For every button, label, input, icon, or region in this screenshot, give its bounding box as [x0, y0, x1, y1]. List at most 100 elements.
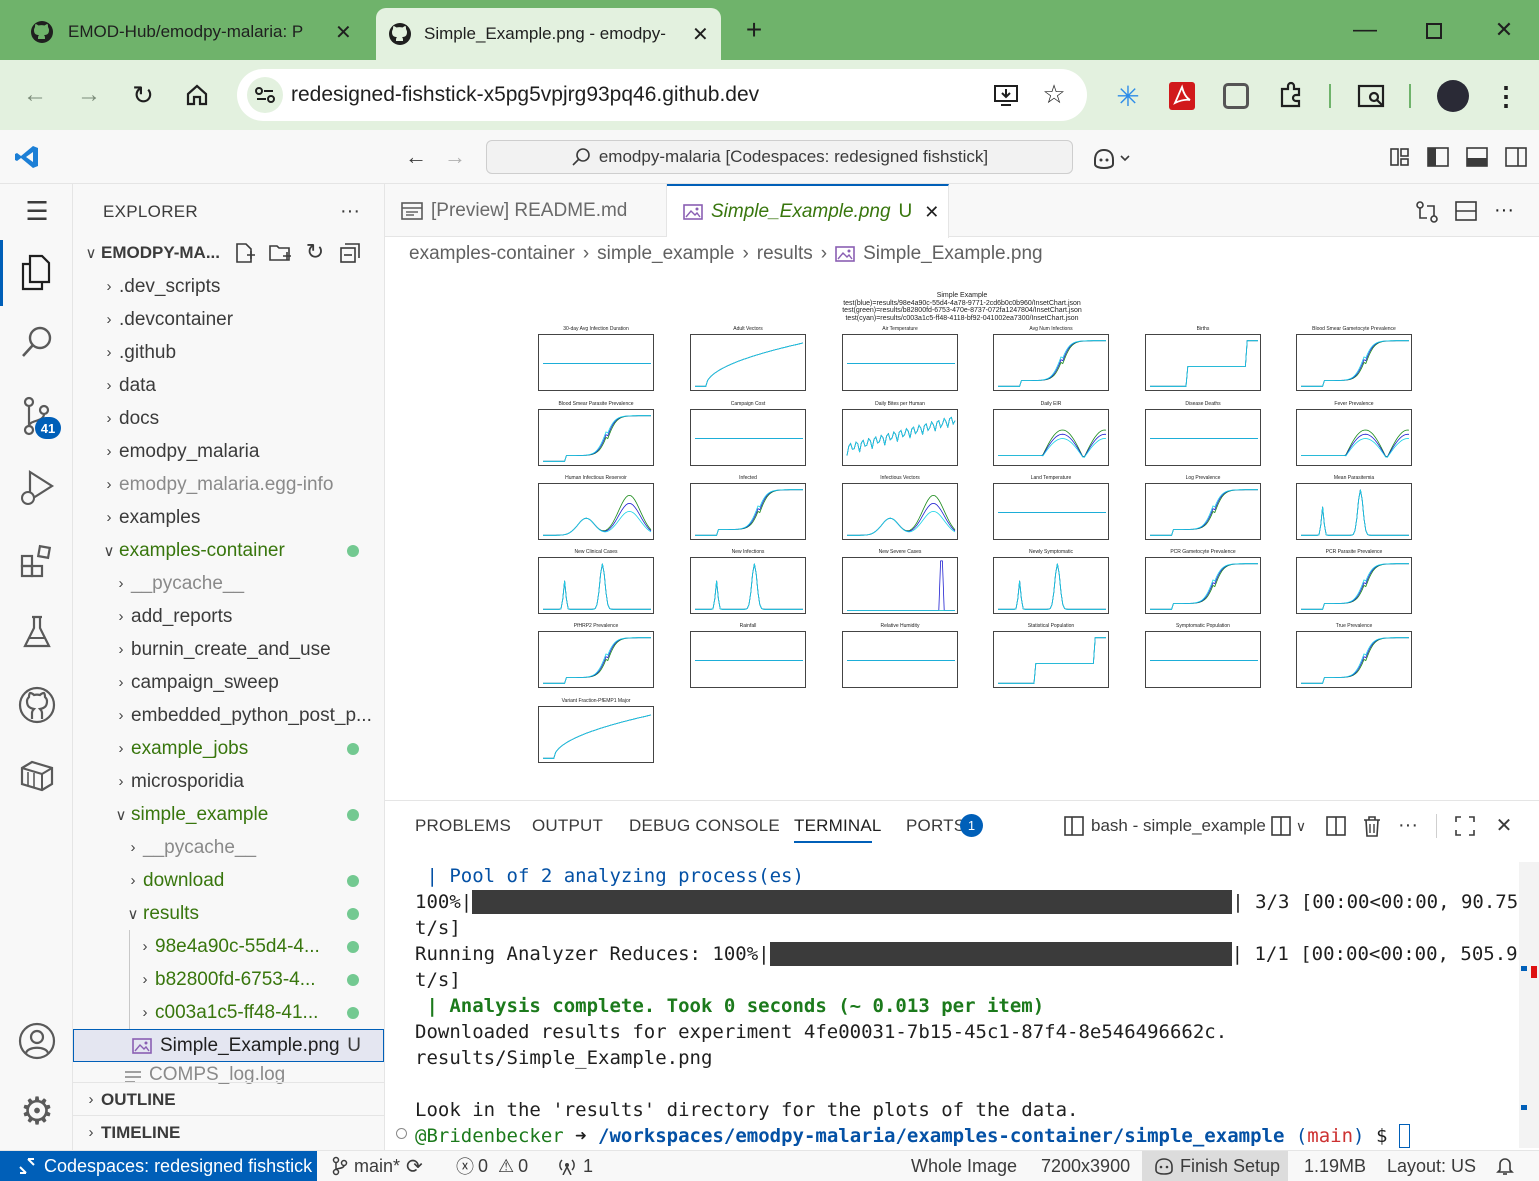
keyboard-layout[interactable]: Layout: US — [1387, 1151, 1476, 1181]
branch-indicator[interactable]: main* ⟳ — [332, 1151, 423, 1181]
close-icon[interactable]: ✕ — [692, 22, 709, 47]
minimize-icon[interactable]: — — [1353, 16, 1377, 43]
breadcrumb-item[interactable]: examples-container — [409, 243, 575, 265]
toggle-primary-sidebar-icon[interactable] — [1427, 147, 1449, 167]
customize-layout-icon[interactable] — [1390, 147, 1410, 167]
tree-item[interactable]: › examples — [73, 501, 384, 534]
manage-gear-icon[interactable]: ⚙ — [16, 1090, 58, 1133]
testing-flask-icon[interactable] — [22, 614, 52, 650]
nav-forward-icon[interactable]: → — [443, 144, 467, 169]
tree-item[interactable]: › docs — [73, 402, 384, 435]
new-folder-icon[interactable] — [268, 242, 292, 264]
tree-item[interactable]: › emodpy_malaria — [73, 435, 384, 468]
tree-item[interactable]: › .github — [73, 336, 384, 369]
editor-tab-readme[interactable]: [Preview] README.md — [385, 184, 667, 237]
avatar[interactable] — [1437, 80, 1469, 112]
tree-item[interactable]: › c003a1c5-ff48-41... — [73, 996, 384, 1029]
nav-back-icon[interactable]: ← — [404, 144, 428, 169]
close-icon[interactable]: ✕ — [335, 20, 352, 45]
toggle-panel-icon[interactable] — [1466, 147, 1488, 167]
refresh-icon[interactable]: ↻ — [303, 239, 327, 264]
maximize-icon[interactable] — [1426, 23, 1442, 39]
extension-sparkle-icon[interactable]: ✳ — [1114, 81, 1142, 112]
tab-output[interactable]: OUTPUT — [532, 816, 603, 836]
more-actions-icon[interactable]: ··· — [337, 198, 363, 224]
home-icon[interactable] — [184, 82, 210, 108]
browser-tab-active[interactable]: Simple_Example.png - emodpy- ✕ — [376, 8, 721, 60]
split-terminal-icon[interactable] — [1326, 816, 1346, 836]
copilot-icon[interactable] — [1092, 146, 1132, 170]
notifications-bell-icon[interactable] — [1496, 1151, 1514, 1181]
tab-problems[interactable]: PROBLEMS — [415, 816, 511, 836]
command-center[interactable]: emodpy-malaria [Codespaces: redesigned f… — [486, 140, 1073, 174]
new-terminal-split-icon[interactable] — [1271, 816, 1291, 836]
browser-tab-github[interactable]: EMOD-Hub/emodpy-malaria: P ✕ — [30, 9, 352, 55]
explorer-files-icon[interactable] — [18, 252, 54, 292]
timeline-section[interactable]: › TIMELINE — [73, 1116, 384, 1149]
extensions-puzzle-icon[interactable] — [1277, 81, 1305, 109]
breadcrumb-item[interactable]: simple_example — [597, 243, 734, 265]
tree-item[interactable]: › embedded_python_post_p... — [73, 699, 384, 732]
tree-item-selected[interactable]: Simple_Example.png U — [73, 1029, 384, 1062]
search-icon[interactable] — [20, 324, 54, 360]
tree-item[interactable]: › b82800fd-6753-4... — [73, 963, 384, 996]
new-tab-plus-icon[interactable]: + — [740, 14, 768, 45]
tree-item[interactable]: › emodpy_malaria.egg-info — [73, 468, 384, 501]
new-file-icon[interactable] — [233, 242, 255, 264]
install-app-icon[interactable] — [993, 83, 1019, 107]
tree-item[interactable]: › add_reports — [73, 600, 384, 633]
breadcrumb-item[interactable]: Simple_Example.png — [863, 243, 1043, 265]
breadcrumb-item[interactable]: results — [757, 243, 813, 265]
acrobat-extension-icon[interactable] — [1169, 82, 1195, 110]
image-preview[interactable]: Simple Example test(blue)=results/98e4a9… — [385, 268, 1539, 800]
more-actions-icon[interactable]: ··· — [1491, 198, 1517, 222]
tree-item[interactable]: › campaign_sweep — [73, 666, 384, 699]
image-view-mode[interactable]: Whole Image — [911, 1151, 1017, 1181]
more-actions-icon[interactable]: ··· — [1396, 814, 1420, 836]
toggle-secondary-sidebar-icon[interactable] — [1505, 147, 1527, 167]
finish-setup-button[interactable]: Finish Setup — [1142, 1151, 1288, 1181]
tree-item[interactable]: ∨ examples-container — [73, 534, 384, 567]
tab-ports[interactable]: PORTS — [906, 816, 965, 836]
reload-icon[interactable]: ↻ — [130, 80, 156, 110]
close-panel-icon[interactable]: ✕ — [1494, 814, 1514, 837]
address-bar[interactable]: redesigned-fishstick-x5pg5vpjrg93pq46.gi… — [237, 69, 1087, 121]
tree-item[interactable]: › example_jobs — [73, 732, 384, 765]
tab-debug-console[interactable]: DEBUG CONSOLE — [629, 816, 780, 836]
ports-indicator[interactable]: 1 — [557, 1151, 593, 1181]
tree-item[interactable]: › download — [73, 864, 384, 897]
tab-terminal[interactable]: TERMINAL — [794, 816, 882, 836]
terminal-prompt[interactable]: @Bridenbecker ➜ /workspaces/emodpy-malar… — [415, 1123, 1410, 1149]
problems-indicator[interactable]: ⓧ 0 ⚠ 0 — [456, 1151, 528, 1181]
tree-item[interactable]: › data — [73, 369, 384, 402]
editor-tab-active[interactable]: Simple_Example.png U ✕ — [667, 184, 949, 238]
forward-icon[interactable]: → — [76, 81, 102, 108]
chevron-down-icon[interactable]: ∨ — [1294, 816, 1308, 836]
tab-search-icon[interactable] — [1357, 82, 1387, 110]
tree-item[interactable]: › burnin_create_and_use — [73, 633, 384, 666]
back-icon[interactable]: ← — [22, 81, 48, 108]
collapse-all-icon[interactable] — [339, 242, 361, 264]
split-editor-icon[interactable] — [1455, 200, 1477, 222]
site-info-icon[interactable] — [247, 77, 283, 113]
tree-item[interactable]: › microsporidia — [73, 765, 384, 798]
tree-item[interactable]: › .dev_scripts — [73, 270, 384, 303]
tree-item[interactable]: ∨ simple_example — [73, 798, 384, 831]
trash-icon[interactable] — [1362, 815, 1382, 837]
close-icon[interactable]: ✕ — [924, 202, 939, 223]
outline-section[interactable]: › OUTLINE — [73, 1083, 384, 1116]
tree-item[interactable]: › 98e4a90c-55d4-4... — [73, 930, 384, 963]
window-close-icon[interactable]: ✕ — [1492, 17, 1516, 42]
menu-hamburger-icon[interactable]: ☰ — [22, 196, 52, 226]
maximize-panel-icon[interactable] — [1455, 816, 1475, 836]
terminal-name[interactable]: bash - simple_example — [1091, 816, 1266, 836]
extensions-icon[interactable] — [20, 544, 54, 578]
tree-item[interactable]: › .devcontainer — [73, 303, 384, 336]
extension-icon[interactable] — [1223, 83, 1249, 109]
tree-item[interactable]: ∨ results — [73, 897, 384, 930]
tree-item[interactable]: › __pycache__ — [73, 831, 384, 864]
accounts-icon[interactable] — [18, 1022, 56, 1060]
github-icon[interactable] — [18, 686, 56, 724]
browser-menu-icon[interactable]: ⋮ — [1493, 81, 1519, 111]
remote-indicator[interactable]: Codespaces: redesigned fishstick — [0, 1151, 317, 1181]
